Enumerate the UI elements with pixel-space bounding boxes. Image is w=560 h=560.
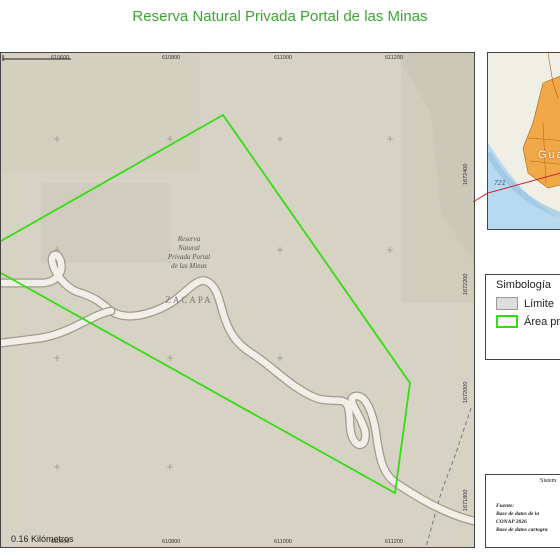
scale-bar	[2, 55, 71, 61]
y-tick-3: 1672000	[463, 381, 469, 403]
source-line-3: Base de datos cartogra	[496, 527, 548, 533]
source-line-1: Base de datos de la	[496, 511, 540, 517]
place-label-line3: Privada Portal	[167, 253, 210, 261]
y-tick-2: 1672200	[463, 273, 469, 295]
legend-title: Simbología	[496, 279, 552, 291]
y-tick-4: 1671800	[463, 489, 469, 511]
place-label-line2: Natural	[177, 244, 200, 252]
x-tick-bottom-3: 611000	[274, 539, 292, 545]
y-tick-1: 1672400	[463, 163, 469, 185]
scale-label: 0.16 Kilómetros	[11, 534, 74, 544]
source-line-2: CONAP 2026	[496, 519, 527, 525]
x-tick-top-2: 610800	[162, 55, 181, 61]
x-tick-top-4: 611200	[385, 55, 403, 61]
x-tick-bottom-2: 610800	[162, 539, 181, 545]
source-info: Sistem Fuente: Base de datos de la CONAP…	[485, 474, 560, 548]
region-label: ZACAPA	[165, 295, 212, 305]
main-map[interactable]: Reserva Natural Privada Portal de las Mi…	[0, 52, 475, 548]
inset-map[interactable]: Guate 721	[487, 52, 560, 230]
inset-country-label: Guate	[538, 149, 560, 161]
area-swatch	[496, 315, 518, 328]
map-title: Reserva Natural Privada Portal de las Mi…	[132, 8, 428, 25]
place-label-line4: de las Minas	[171, 262, 207, 270]
map-canvas: Reserva Natural Privada Portal de las Mi…	[1, 53, 474, 547]
source-heading: Fuente:	[496, 503, 515, 509]
limit-swatch	[496, 297, 518, 310]
x-tick-bottom-4: 611200	[385, 539, 403, 545]
system-label: Sistem	[540, 478, 557, 484]
legend-item-limit: Límite	[496, 297, 554, 310]
inset-route-label: 721	[494, 180, 506, 187]
inset-canvas	[488, 53, 560, 229]
x-tick-top-3: 611000	[274, 55, 292, 61]
place-label-line1: Reserva	[177, 235, 201, 243]
legend-item-area: Área pr	[496, 315, 560, 328]
legend-item-area-label: Área pr	[524, 315, 560, 328]
legend-item-limit-label: Límite	[524, 297, 554, 310]
legend: Simbología Límite Área pr	[485, 274, 560, 360]
